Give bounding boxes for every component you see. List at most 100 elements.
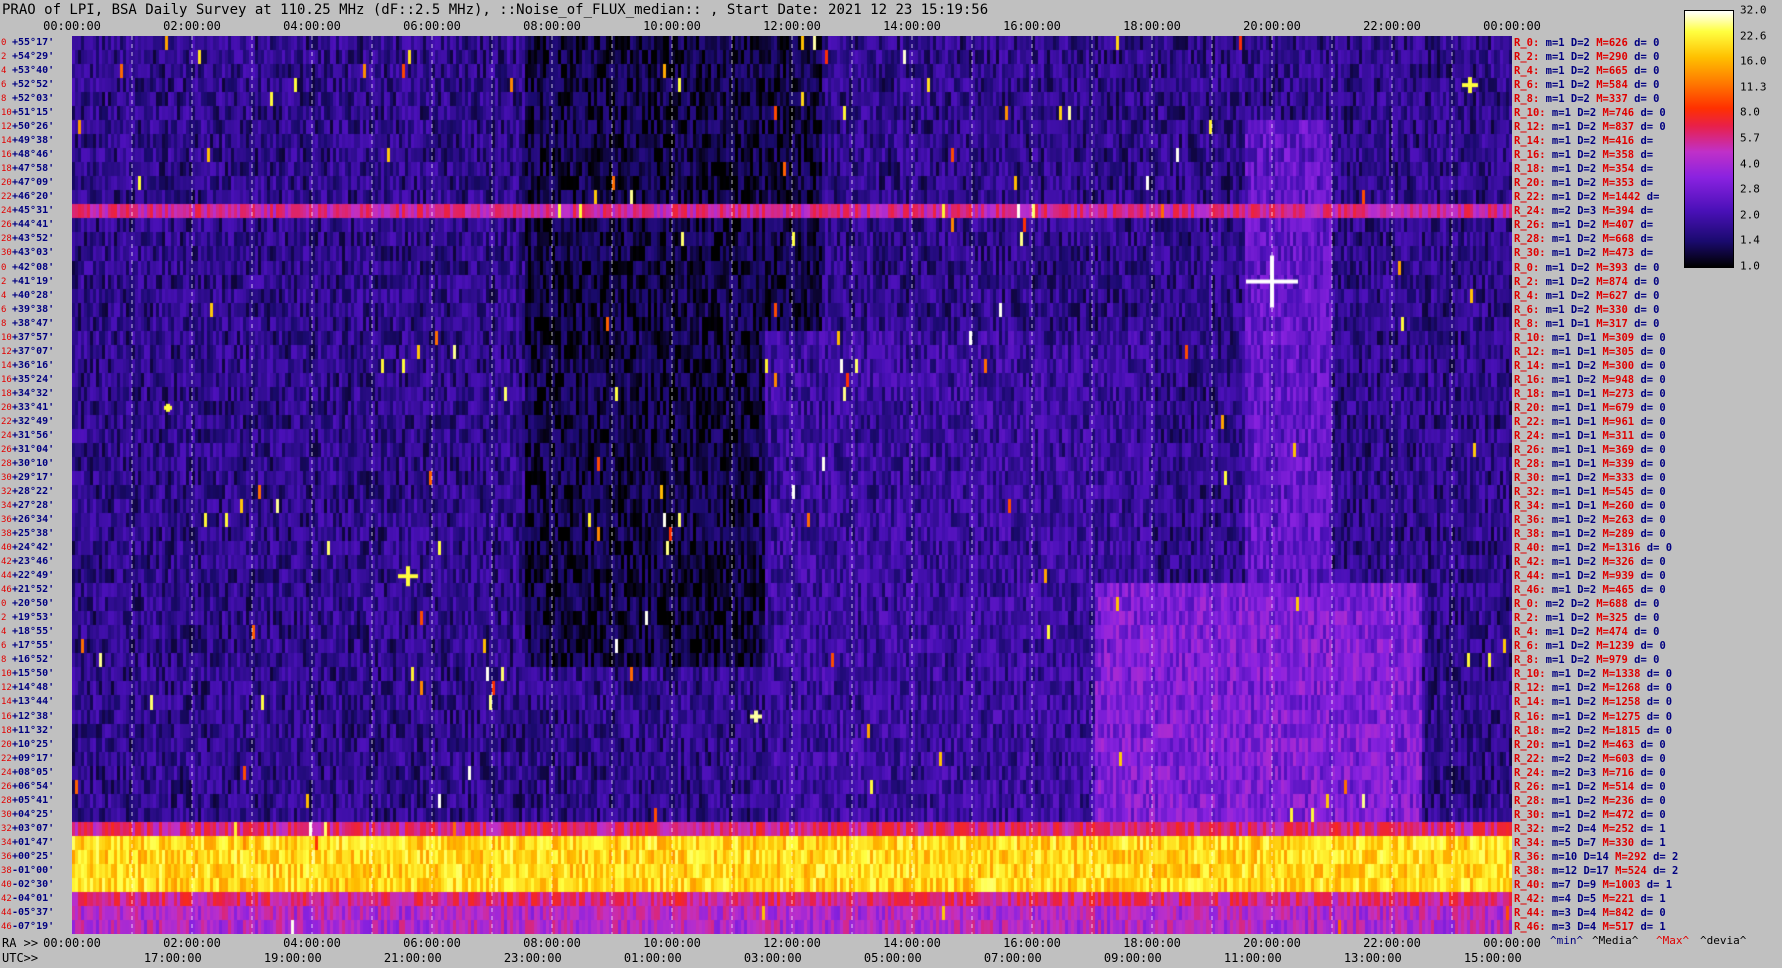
row-index: 12 — [1, 683, 12, 694]
utc-tick-label: 07:00:00 — [983, 951, 1042, 965]
declination-row: 38 -01°00' — [0, 864, 72, 878]
stat-lab: R_18: — [1514, 387, 1546, 400]
row-index: 26 — [1, 781, 12, 792]
stat-mv: m=1 — [1545, 345, 1571, 358]
stat-lab: R_12: — [1514, 345, 1546, 358]
stat-hv: M=842 — [1596, 906, 1635, 919]
stat-lab: R_6: — [1514, 303, 1540, 316]
spectrogram-plot — [72, 36, 1512, 934]
stat-ddv: d= 0 — [1634, 738, 1666, 751]
stat-hv: M=416 — [1596, 135, 1635, 148]
colorbar-tick: 2.8 — [1740, 182, 1760, 196]
stat-hv: M=221 — [1596, 892, 1635, 905]
stat-lab: R_28: — [1514, 233, 1546, 246]
declination-row: 42 -04°01' — [0, 892, 72, 906]
row-index: 2 — [1, 613, 7, 624]
declination-label: +39°38' — [12, 303, 55, 315]
stat-dv: D=9 — [1570, 878, 1597, 891]
stat-row: R_4: m=1 D=2 M=627 d= 0 — [1514, 289, 1659, 303]
declination-row: 8 +52°03' — [0, 92, 72, 106]
stat-dv: D=2 — [1570, 107, 1597, 120]
stat-hv: M=289 — [1596, 528, 1635, 541]
declination-row: 2 +19°53' — [0, 611, 72, 625]
stat-lab: R_38: — [1514, 864, 1546, 877]
stat-lab: R_42: — [1514, 556, 1546, 569]
stat-lab: R_42: — [1514, 892, 1546, 905]
declination-row: 30 +04°25' — [0, 808, 72, 822]
stat-hv: M=333 — [1596, 471, 1635, 484]
stat-dv: D=4 — [1570, 822, 1597, 835]
stat-hv: M=252 — [1596, 822, 1635, 835]
row-index: 12 — [1, 122, 12, 133]
stat-lab: R_30: — [1514, 808, 1546, 821]
stat-dv: D=17 — [1577, 864, 1609, 877]
declination-row: 30 +43°03' — [0, 246, 72, 260]
row-index: 26 — [1, 220, 12, 231]
row-index: 26 — [1, 444, 12, 455]
stat-lab: R_10: — [1514, 668, 1546, 681]
stat-row: R_20: m=1 D=1 M=679 d= 0 — [1514, 401, 1666, 415]
stat-mv: m=1 — [1545, 163, 1571, 176]
stat-dv: D=2 — [1564, 289, 1590, 302]
row-index: 22 — [1, 753, 12, 764]
stat-ddv: d= 0 — [1627, 626, 1660, 639]
stat-row: R_10: m=1 D=2 M=746 d= 0 — [1514, 106, 1666, 120]
row-index: 30 — [1, 248, 12, 259]
row-index: 24 — [1, 206, 12, 217]
stat-row: R_18: m=2 D=2 M=1815 d= 0 — [1514, 724, 1672, 738]
stat-ddv: d= 0 — [1634, 401, 1666, 414]
stat-hv: M=325 — [1589, 612, 1628, 625]
declination-label: +37°57' — [12, 331, 55, 343]
stat-lab: R_8: — [1514, 654, 1540, 667]
ra-tick-label: 12:00:00 — [763, 936, 821, 950]
colorbar-tick: 16.0 — [1740, 54, 1767, 68]
stat-hv: M=236 — [1596, 794, 1635, 807]
stat-hv: M=1442 — [1596, 191, 1641, 204]
stat-row: R_38: m=12 D=17 M=524 d= 2 — [1514, 864, 1678, 878]
stat-mv: m=1 — [1545, 486, 1571, 498]
stat-lab: R_30: — [1514, 247, 1546, 260]
stat-hv: M=679 — [1596, 401, 1635, 414]
declination-label: +14°48' — [12, 682, 55, 694]
row-index: 38 — [1, 865, 12, 876]
ra-tick-label: 14:00:00 — [883, 936, 941, 950]
stat-row: R_28: m=1 D=2 M=668 d= — [1514, 232, 1653, 246]
stat-row: R_16: m=1 D=2 M=1275 d= 0 — [1514, 710, 1672, 724]
stat-lab: R_28: — [1514, 794, 1546, 807]
row-index: 20 — [1, 739, 12, 750]
stat-row: R_44: m=3 D=4 M=842 d= 0 — [1514, 906, 1666, 920]
declination-row: 2 +54°29' — [0, 50, 72, 64]
stat-lab: R_8: — [1514, 93, 1540, 106]
stat-hv: M=263 — [1596, 514, 1635, 527]
row-index: 44 — [1, 907, 12, 918]
colorbar-tick: 2.0 — [1740, 208, 1760, 222]
stat-hv: M=474 — [1589, 626, 1628, 639]
top-tick-label: 10:00:00 — [643, 19, 701, 33]
stat-lab: R_30: — [1514, 471, 1546, 484]
stat-hv: M=979 — [1589, 654, 1628, 667]
stat-mv: m=1 — [1545, 191, 1571, 204]
declination-row: 16 +48°46' — [0, 148, 72, 162]
declination-label: +35°24' — [12, 373, 55, 385]
stat-dv: D=2 — [1564, 79, 1590, 92]
declination-row: 22 +32°49' — [0, 415, 72, 429]
declination-label: +11°32' — [12, 724, 55, 736]
stat-hv: M=688 — [1589, 598, 1628, 611]
stat-row: R_14: m=1 D=2 M=1258 d= 0 — [1514, 695, 1672, 709]
stat-mv: m=1 — [1545, 401, 1571, 414]
declination-label: +09°17' — [12, 752, 55, 764]
stat-dv: D=2 — [1564, 640, 1590, 653]
stat-hv: M=746 — [1596, 107, 1635, 120]
stat-dv: D=2 — [1570, 471, 1597, 484]
stat-hv: M=472 — [1596, 808, 1635, 821]
row-index: 24 — [1, 430, 12, 441]
stat-mv: m=1 — [1539, 626, 1565, 639]
stat-hv: M=290 — [1589, 51, 1628, 64]
stat-dv: D=2 — [1570, 794, 1597, 807]
legend-min: ^min^ — [1550, 934, 1584, 947]
stat-hv: M=353 — [1596, 177, 1635, 190]
stat-row: R_2: m=1 D=2 M=874 d= 0 — [1514, 275, 1659, 289]
stat-hv: M=517 — [1596, 920, 1635, 933]
row-index: 14 — [1, 697, 12, 708]
stat-lab: R_20: — [1514, 401, 1546, 414]
